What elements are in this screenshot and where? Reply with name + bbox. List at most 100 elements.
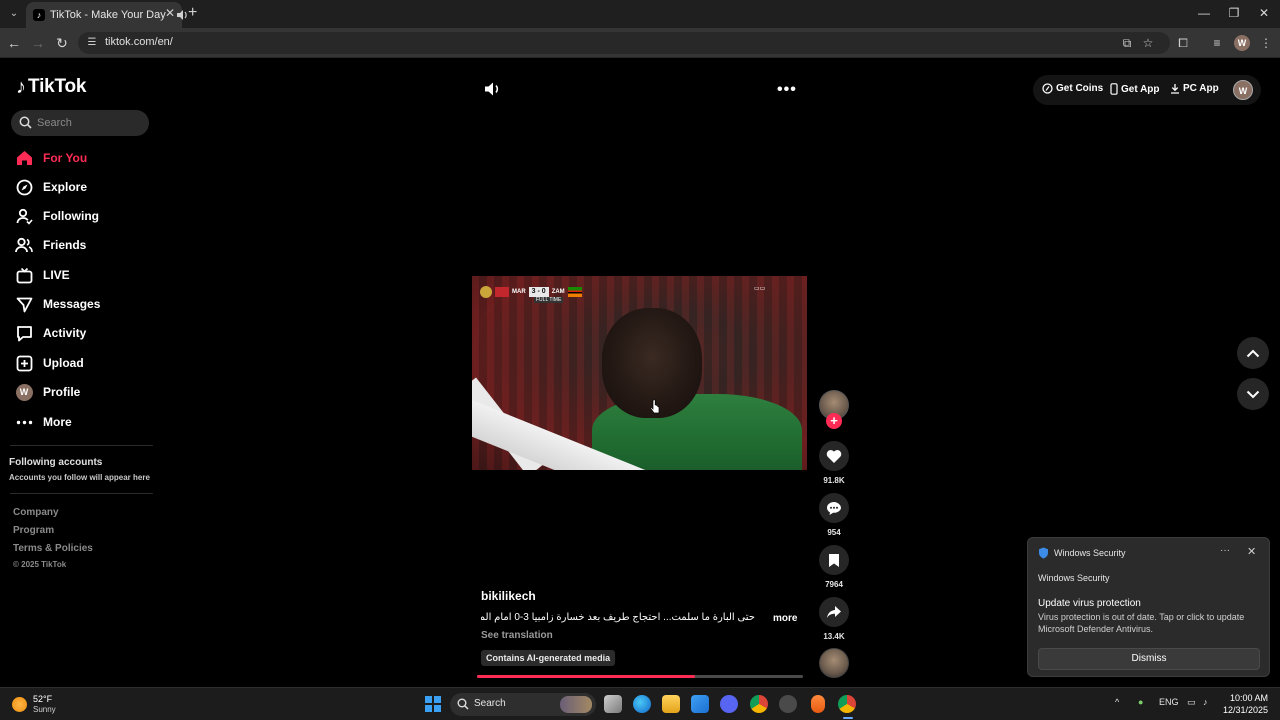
search-input[interactable] <box>37 114 143 132</box>
tiktok-logo[interactable]: ♪ TikTok <box>16 75 86 99</box>
weather-temperature[interactable]: 52°F <box>33 694 52 704</box>
music-disc[interactable] <box>819 648 849 678</box>
chrome-profile-icon[interactable] <box>838 695 856 713</box>
taskbar-search[interactable]: Search <box>450 693 596 716</box>
previous-video-button[interactable] <box>1237 337 1269 369</box>
notification-app-name: Windows Security <box>1054 548 1126 558</box>
like-button[interactable] <box>819 441 849 471</box>
install-app-icon[interactable]: ⧉ <box>1120 36 1134 50</box>
browser-profile-avatar[interactable]: W <box>1234 35 1250 51</box>
network-icon[interactable]: ▭ <box>1187 697 1196 708</box>
volume-icon[interactable] <box>484 81 502 97</box>
footer-link-program[interactable]: Program <box>13 525 54 536</box>
microphone-app-icon[interactable] <box>811 695 825 713</box>
minimize-button[interactable]: — <box>1189 6 1219 20</box>
upload-icon <box>15 354 33 372</box>
video-options-icon[interactable]: ••• <box>777 81 797 99</box>
url-text: tiktok.com/en/ <box>105 36 173 48</box>
save-button[interactable] <box>819 545 849 575</box>
weather-condition[interactable]: Sunny <box>33 705 56 714</box>
caption-more-button[interactable]: more <box>773 613 797 624</box>
comment-button[interactable] <box>819 493 849 523</box>
microphone-in-use-icon[interactable]: ● <box>1138 697 1143 707</box>
clock-time[interactable]: 10:00 AM <box>1228 693 1268 703</box>
get-coins-label: Get Coins <box>1056 83 1104 94</box>
tab-close-icon[interactable]: ✕ <box>165 6 175 20</box>
copyright-text: © 2025 TikTok <box>13 560 67 569</box>
notification-close-icon[interactable]: ✕ <box>1247 545 1256 558</box>
search-box[interactable] <box>11 110 149 136</box>
logo-wordmark: TikTok <box>28 76 87 97</box>
file-explorer-icon[interactable] <box>662 695 680 713</box>
notification-body: Virus protection is out of date. Tap or … <box>1038 612 1245 634</box>
nav-upload[interactable]: Upload <box>15 351 155 375</box>
address-bar[interactable]: ☰ tiktok.com/en/ <box>78 32 1170 54</box>
nav-friends[interactable]: Friends <box>15 233 155 257</box>
media-controls-icon[interactable]: ≡ <box>1210 36 1224 50</box>
sidebar-divider <box>10 445 153 446</box>
next-video-button[interactable] <box>1237 378 1269 410</box>
follow-plus-button[interactable]: + <box>826 413 842 429</box>
nav-label: Following <box>43 209 99 223</box>
see-translation-link[interactable]: See translation <box>481 630 553 641</box>
language-indicator[interactable]: ENG <box>1159 697 1179 707</box>
video-author[interactable]: bikilikech <box>481 589 536 603</box>
pc-app-label: PC App <box>1183 83 1219 94</box>
share-button[interactable] <box>819 597 849 627</box>
tab-search-button[interactable]: ⌄ <box>6 6 22 22</box>
task-view-icon[interactable] <box>604 695 622 713</box>
search-icon <box>457 698 469 710</box>
clock-date[interactable]: 12/31/2025 <box>1222 705 1268 715</box>
sun-icon[interactable] <box>12 697 27 712</box>
volume-tray-icon[interactable]: ♪ <box>1203 697 1208 707</box>
notification-source: Windows Security <box>1038 573 1110 583</box>
microsoft-store-icon[interactable] <box>691 695 709 713</box>
browser-menu-icon[interactable]: ⋮ <box>1259 36 1273 50</box>
restore-button[interactable]: ❐ <box>1219 6 1249 20</box>
nav-following[interactable]: Following <box>15 204 155 228</box>
nav-more[interactable]: More <box>15 410 155 434</box>
comment-count: 954 <box>827 528 841 537</box>
chrome-icon[interactable] <box>750 695 768 713</box>
user-avatar[interactable]: W <box>1233 80 1253 100</box>
forward-button[interactable]: → <box>30 35 46 51</box>
back-button[interactable]: ← <box>6 35 22 51</box>
home-icon <box>15 149 33 167</box>
tab-audio-icon[interactable] <box>176 8 188 22</box>
tab-title: TikTok - Make Your Day <box>50 9 166 21</box>
nav-label: LIVE <box>43 268 70 282</box>
ai-generated-badge[interactable]: Contains AI-generated media <box>481 650 616 666</box>
tiktok-favicon-icon: ♪ <box>33 9 45 21</box>
notification-menu-icon[interactable]: ··· <box>1220 545 1230 556</box>
bookmark-star-icon[interactable]: ☆ <box>1141 36 1155 50</box>
get-app-label: Get App <box>1121 83 1160 95</box>
nav-live[interactable]: LIVE <box>15 263 155 287</box>
reload-button[interactable]: ↻ <box>54 35 70 51</box>
dismiss-button[interactable]: Dismiss <box>1038 648 1260 670</box>
windows-security-notification[interactable]: Windows Security ··· ✕ Windows Security … <box>1027 537 1270 677</box>
active-app-indicator <box>843 717 853 719</box>
nav-messages[interactable]: Messages <box>15 292 155 316</box>
pc-app-button[interactable]: PC App <box>1170 83 1219 94</box>
extensions-icon[interactable]: ⧠ <box>1176 36 1190 50</box>
steam-icon[interactable] <box>779 695 797 713</box>
browser-tab[interactable]: ♪ TikTok - Make Your Day <box>26 2 187 28</box>
close-window-button[interactable]: ✕ <box>1249 6 1279 20</box>
edge-icon[interactable] <box>633 695 651 713</box>
share-icon <box>827 606 841 618</box>
footer-link-company[interactable]: Company <box>13 507 59 518</box>
footer-link-terms[interactable]: Terms & Policies <box>13 543 93 554</box>
start-button[interactable] <box>425 696 441 712</box>
show-hidden-icons[interactable]: ^ <box>1115 697 1119 707</box>
nav-explore[interactable]: Explore <box>15 175 155 199</box>
get-app-button[interactable]: Get App <box>1110 83 1160 95</box>
discord-icon[interactable] <box>720 695 738 713</box>
video-player[interactable]: MAR 3 - 0 ZAM FULL TIME ▭▭ <box>472 276 807 470</box>
nav-activity[interactable]: Activity <box>15 321 155 345</box>
site-info-icon[interactable]: ☰ <box>86 37 98 49</box>
nav-for-you[interactable]: For You <box>15 146 155 170</box>
new-tab-button[interactable]: + <box>188 5 197 21</box>
nav-profile[interactable]: W Profile <box>15 380 155 404</box>
get-coins-button[interactable]: Get Coins <box>1042 83 1103 94</box>
video-progress-bar[interactable] <box>477 675 803 678</box>
